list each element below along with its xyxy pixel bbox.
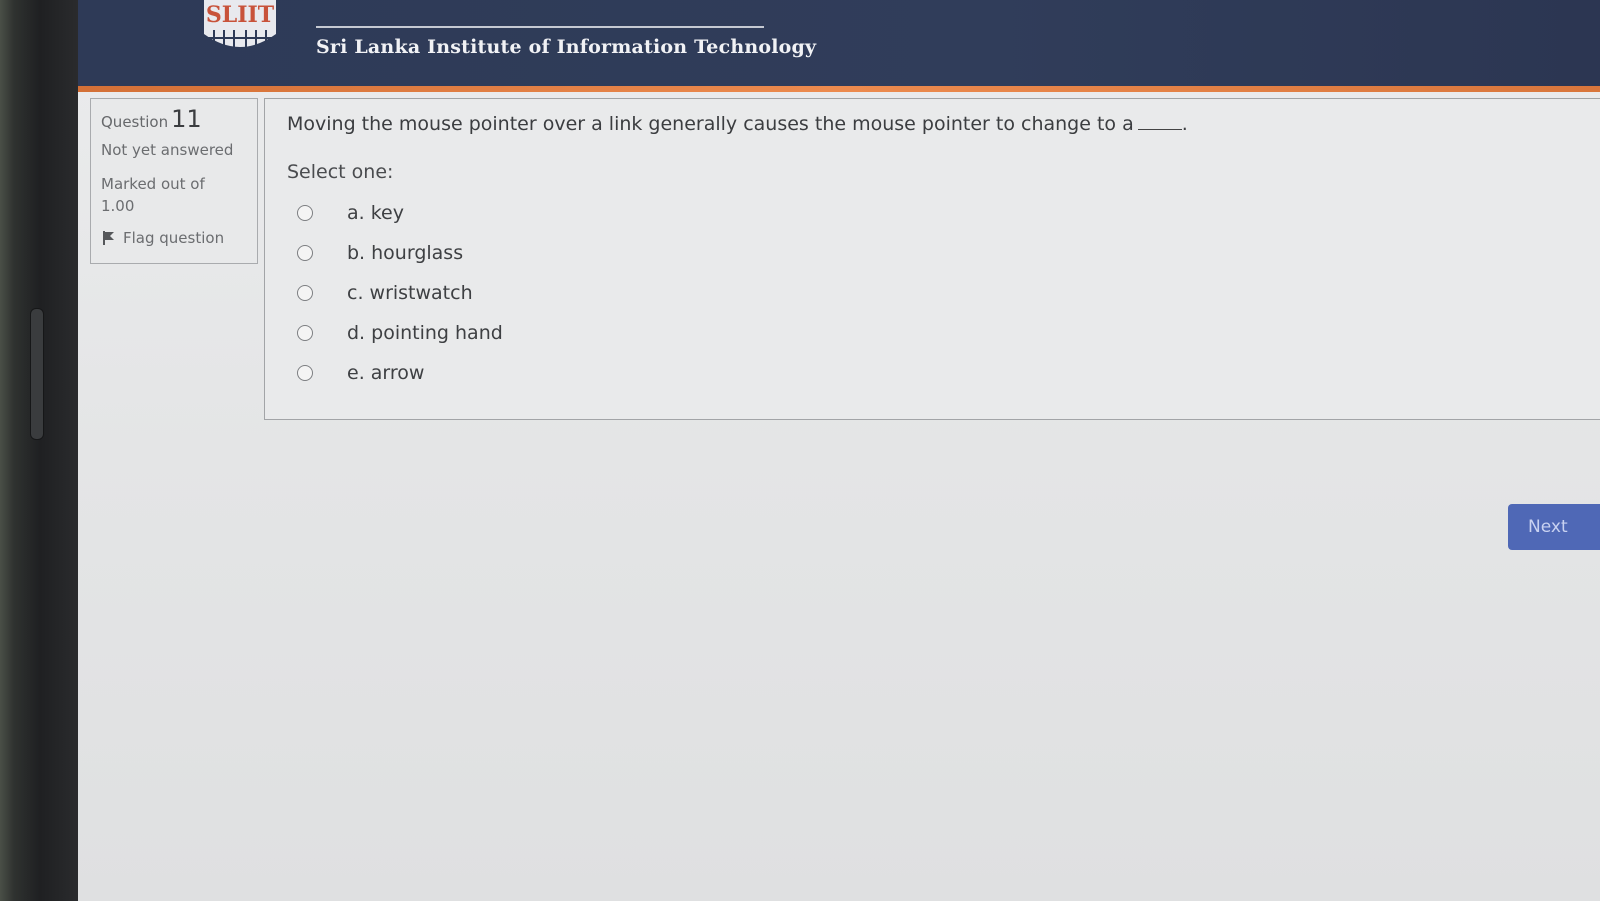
question-heading: Question 11	[101, 105, 247, 133]
question-content: Moving the mouse pointer over a link gen…	[264, 98, 1600, 420]
question-text-line: Moving the mouse pointer over a link gen…	[287, 113, 1582, 135]
brand-divider	[316, 26, 764, 28]
answer-option-b[interactable]: b. hourglass	[287, 233, 1582, 273]
answer-label[interactable]: e. arrow	[347, 362, 424, 384]
logo-text: SLIIT	[206, 2, 275, 28]
answer-option-e[interactable]: e. arrow	[287, 353, 1582, 393]
flag-question-label: Flag question	[123, 229, 225, 247]
answer-option-c[interactable]: c. wristwatch	[287, 273, 1582, 313]
question-trailing: .	[1181, 113, 1188, 135]
answer-option-a[interactable]: a. key	[287, 193, 1582, 233]
select-one-prompt: Select one:	[287, 161, 394, 183]
answer-list: a. key b. hourglass c. wristwatch d. poi…	[287, 193, 1582, 393]
question-label: Question	[101, 113, 169, 131]
question-info-panel: Question 11 Not yet answered Marked out o…	[90, 98, 258, 264]
sliit-logo: SLIIT	[204, 0, 276, 50]
browser-viewport: SLIIT Sri Lanka Institute of Information…	[78, 0, 1600, 901]
answer-label[interactable]: a. key	[347, 202, 404, 224]
question-state: Not yet answered	[101, 141, 234, 159]
radio-button[interactable]	[297, 325, 313, 341]
radio-button[interactable]	[297, 285, 313, 301]
radio-button[interactable]	[297, 245, 313, 261]
radio-button[interactable]	[297, 365, 313, 381]
answer-label[interactable]: d. pointing hand	[347, 322, 503, 344]
radio-button[interactable]	[297, 205, 313, 221]
next-page-button[interactable]: Next	[1508, 504, 1600, 550]
monitor-bezel	[0, 0, 78, 901]
institution-name: Sri Lanka Institute of Information Techn…	[316, 36, 817, 58]
flag-icon	[103, 231, 114, 245]
answer-label[interactable]: c. wristwatch	[347, 282, 473, 304]
question-number: 11	[171, 105, 202, 133]
page-header: SLIIT Sri Lanka Institute of Information…	[78, 0, 1600, 88]
answer-label[interactable]: b. hourglass	[347, 242, 463, 264]
bezel-notch	[30, 308, 44, 440]
question-grade: Marked out of 1.00	[101, 175, 205, 215]
answer-blank	[1137, 129, 1182, 130]
header-accent-bar	[78, 86, 1600, 92]
flag-question-link[interactable]: Flag question	[101, 229, 247, 247]
question-text: Moving the mouse pointer over a link gen…	[287, 113, 1134, 135]
answer-option-d[interactable]: d. pointing hand	[287, 313, 1582, 353]
